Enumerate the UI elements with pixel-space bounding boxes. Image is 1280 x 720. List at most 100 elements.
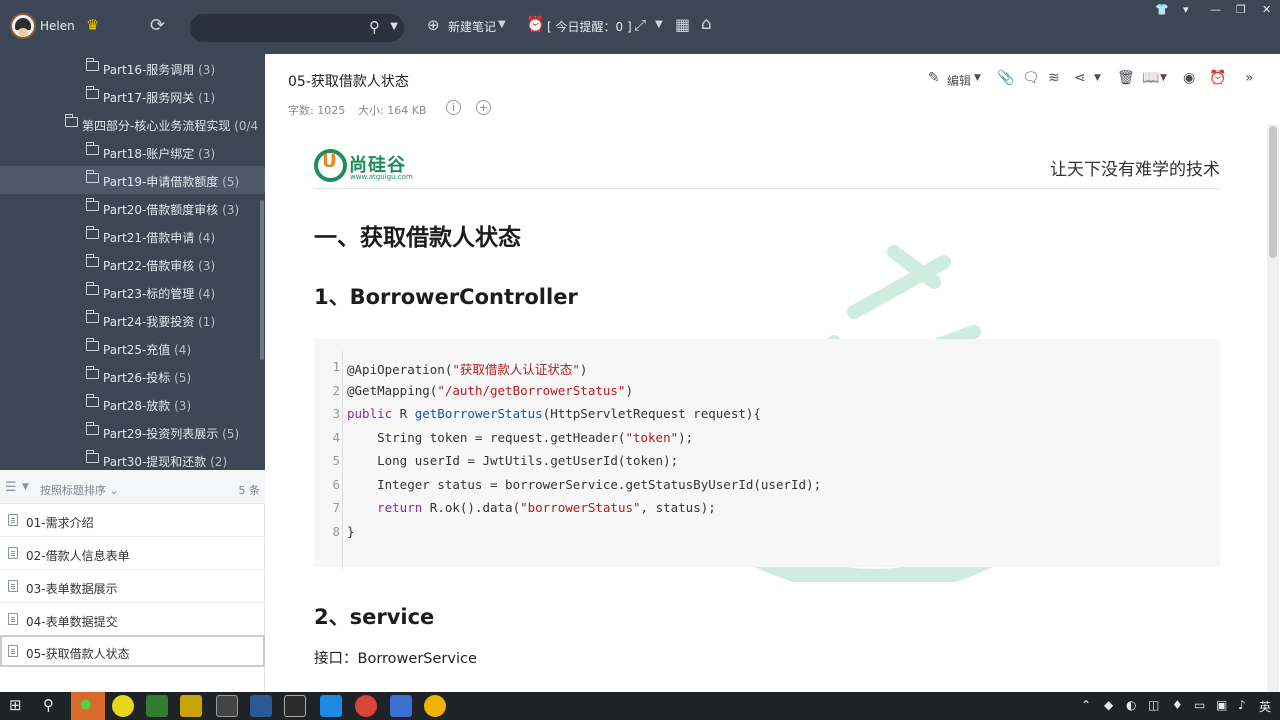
note-icon (8, 514, 18, 526)
home-icon[interactable]: ⌂ (701, 14, 712, 34)
attachment-icon[interactable]: 📎 (997, 70, 1014, 86)
tree-item[interactable]: Part30-提现和还款 (2) (0, 446, 265, 470)
code-line: 7 return R.ok().data("borrowerStatus", s… (314, 500, 1220, 522)
tray-app-icon[interactable]: ♦ (1172, 698, 1183, 712)
add-icon[interactable]: + (476, 100, 491, 115)
expand-icon[interactable]: ⤢ (634, 16, 646, 34)
tree-item[interactable]: Part17-服务网关 (1) (0, 82, 265, 110)
document-body[interactable]: U 尚硅谷 www.atguigu.com 让天下没有难学的技术 一、获取借款人… (314, 142, 1220, 692)
chevron-down-icon[interactable]: ▼ (22, 482, 29, 492)
read-mode-icon[interactable]: ◉ (1183, 70, 1195, 86)
tree-item-selected[interactable]: Part19-申请借款额度 (5) (0, 166, 265, 194)
edit-icon[interactable]: ✎ (928, 70, 940, 86)
taskbar-app-icon[interactable] (390, 695, 412, 717)
alarm-clock-icon[interactable]: ⏰ (526, 15, 545, 33)
tree-item[interactable]: Part20-借款额度审核 (3) (0, 194, 265, 222)
sort-dropdown[interactable]: 按照标题排序 ⌄ (40, 482, 119, 498)
trash-icon[interactable]: 🗑 (1117, 70, 1135, 86)
format-icon[interactable]: ≋ (1048, 70, 1060, 86)
note-title-field[interactable]: 05-获取借款人状态 (288, 71, 409, 91)
taskbar-app-icon[interactable] (112, 695, 134, 717)
tree-item[interactable]: Part23-标的管理 (4) (0, 278, 265, 306)
tree-item[interactable]: Part18-账户绑定 (3) (0, 138, 265, 166)
volume-icon[interactable]: ♪ (1238, 698, 1246, 712)
chevron-down-icon[interactable]: ▼ (498, 19, 506, 30)
taskbar-vscode-icon[interactable] (320, 695, 342, 717)
note-list-item-selected[interactable]: 05-获取借款人状态 (0, 635, 265, 667)
scroll-thumb[interactable] (1269, 126, 1277, 258)
note-list-item[interactable]: 02-借款人信息表单 (0, 537, 265, 570)
note-list-item[interactable]: 01-需求介绍 (0, 504, 265, 537)
note-icon (8, 547, 18, 559)
plus-circle-icon[interactable]: ⊕ (427, 16, 440, 34)
taskbar-app-icon[interactable] (284, 695, 306, 717)
editor-scrollbar[interactable] (1267, 124, 1279, 692)
note-list-item[interactable]: 03-表单数据展示 (0, 570, 265, 603)
tree-scrollbar[interactable] (260, 200, 264, 360)
code-block[interactable]: 1 @ApiOperation("获取借款人认证状态") 2 @GetMapping… (314, 339, 1220, 569)
list-icon[interactable]: ☰ (5, 480, 17, 495)
tree-item-count: (4) (198, 231, 216, 245)
folder-icon (86, 338, 99, 351)
search-icon[interactable]: ⚲ (369, 18, 380, 36)
code-text: } (347, 524, 355, 539)
tree-item[interactable]: Part26-投标 (5) (0, 362, 265, 390)
reminder-icon[interactable]: ⏰ (1209, 70, 1226, 86)
tree-item[interactable]: Part21-借款申请 (4) (0, 222, 265, 250)
taskbar-app-icon[interactable] (424, 695, 446, 717)
chevron-down-icon[interactable]: ▼ (655, 19, 663, 30)
sync-icon[interactable]: ⟳ (150, 15, 165, 36)
tree-item-label: Part16-服务调用 (103, 63, 195, 77)
more-icon[interactable]: » (1245, 70, 1254, 86)
tree-item[interactable]: 第四部分-核心业务流程实现 (0/4 (0, 110, 265, 138)
chevron-down-icon[interactable]: ▼ (390, 21, 398, 32)
maximize-icon[interactable]: ❐ (1236, 3, 1246, 16)
note-list-item[interactable]: 04-表单数据提交 (0, 603, 265, 636)
tree-item[interactable]: Part22-借款审核 (3) (0, 250, 265, 278)
menu-icon[interactable]: ▾ (1183, 3, 1189, 16)
chevron-up-icon[interactable]: ⌃ (1081, 698, 1091, 712)
chevron-down-icon[interactable]: ▼ (1094, 73, 1101, 83)
edit-button[interactable]: 编辑 (947, 72, 971, 89)
taskbar-app-icon[interactable] (180, 695, 202, 717)
taskbar-app-icon[interactable] (146, 695, 168, 717)
chevron-down-icon[interactable]: ▼ (974, 73, 981, 83)
tray-app-icon[interactable]: ◐ (1126, 698, 1136, 712)
share-icon[interactable]: ⋖ (1074, 70, 1086, 86)
avatar[interactable] (10, 13, 36, 39)
display-icon[interactable]: ▣ (1216, 698, 1227, 712)
tree-item-label: Part25-充值 (103, 343, 171, 357)
comment-icon[interactable]: 🗨 (1022, 70, 1040, 86)
taskbar-word-icon[interactable] (250, 695, 272, 717)
skin-icon[interactable]: 👕 (1155, 3, 1169, 16)
minimize-icon[interactable]: — (1210, 3, 1221, 16)
folder-icon (86, 226, 99, 239)
network-icon[interactable]: ▭ (1194, 698, 1205, 712)
new-note-button[interactable]: 新建笔记 (448, 18, 496, 35)
crown-icon[interactable]: ♛ (86, 16, 99, 34)
reminder-button[interactable]: [ 今日提醒：0 ] (547, 18, 632, 35)
code-line: 2 @GetMapping("/auth/getBorrowerStatus") (314, 383, 1220, 405)
tray-app-icon[interactable]: ◆ (1104, 698, 1113, 712)
tree-item-count: (3) (198, 63, 216, 77)
tree-item[interactable]: Part16-服务调用 (3) (0, 54, 265, 82)
grid-icon[interactable]: ▦ (675, 15, 690, 34)
tree-item[interactable]: Part28-放款 (3) (0, 390, 265, 418)
close-icon[interactable]: ✕ (1262, 3, 1271, 16)
tree-item[interactable]: Part29-投资列表展示 (5) (0, 418, 265, 446)
tray-app-icon[interactable]: ◫ (1148, 698, 1159, 712)
taskbar-terminal-icon[interactable] (216, 695, 238, 717)
tree-item-count: (4) (198, 287, 216, 301)
taskbar-chrome-icon[interactable] (355, 695, 377, 717)
chevron-down-icon[interactable]: ▼ (1160, 73, 1167, 83)
tree-item[interactable]: Part24-我要投资 (1) (0, 306, 265, 334)
sort-label: 按照标题排序 (40, 484, 106, 497)
search-icon[interactable]: ⚲ (43, 696, 54, 714)
info-icon[interactable]: i (446, 100, 461, 115)
search-input[interactable]: ⚲ ▼ (190, 14, 404, 42)
book-icon[interactable]: 📖 (1142, 70, 1159, 86)
username[interactable]: Helen (40, 19, 75, 33)
tree-item[interactable]: Part25-充值 (4) (0, 334, 265, 362)
ime-indicator[interactable]: 英 (1259, 698, 1271, 715)
windows-start-icon[interactable]: ⊞ (9, 696, 22, 714)
